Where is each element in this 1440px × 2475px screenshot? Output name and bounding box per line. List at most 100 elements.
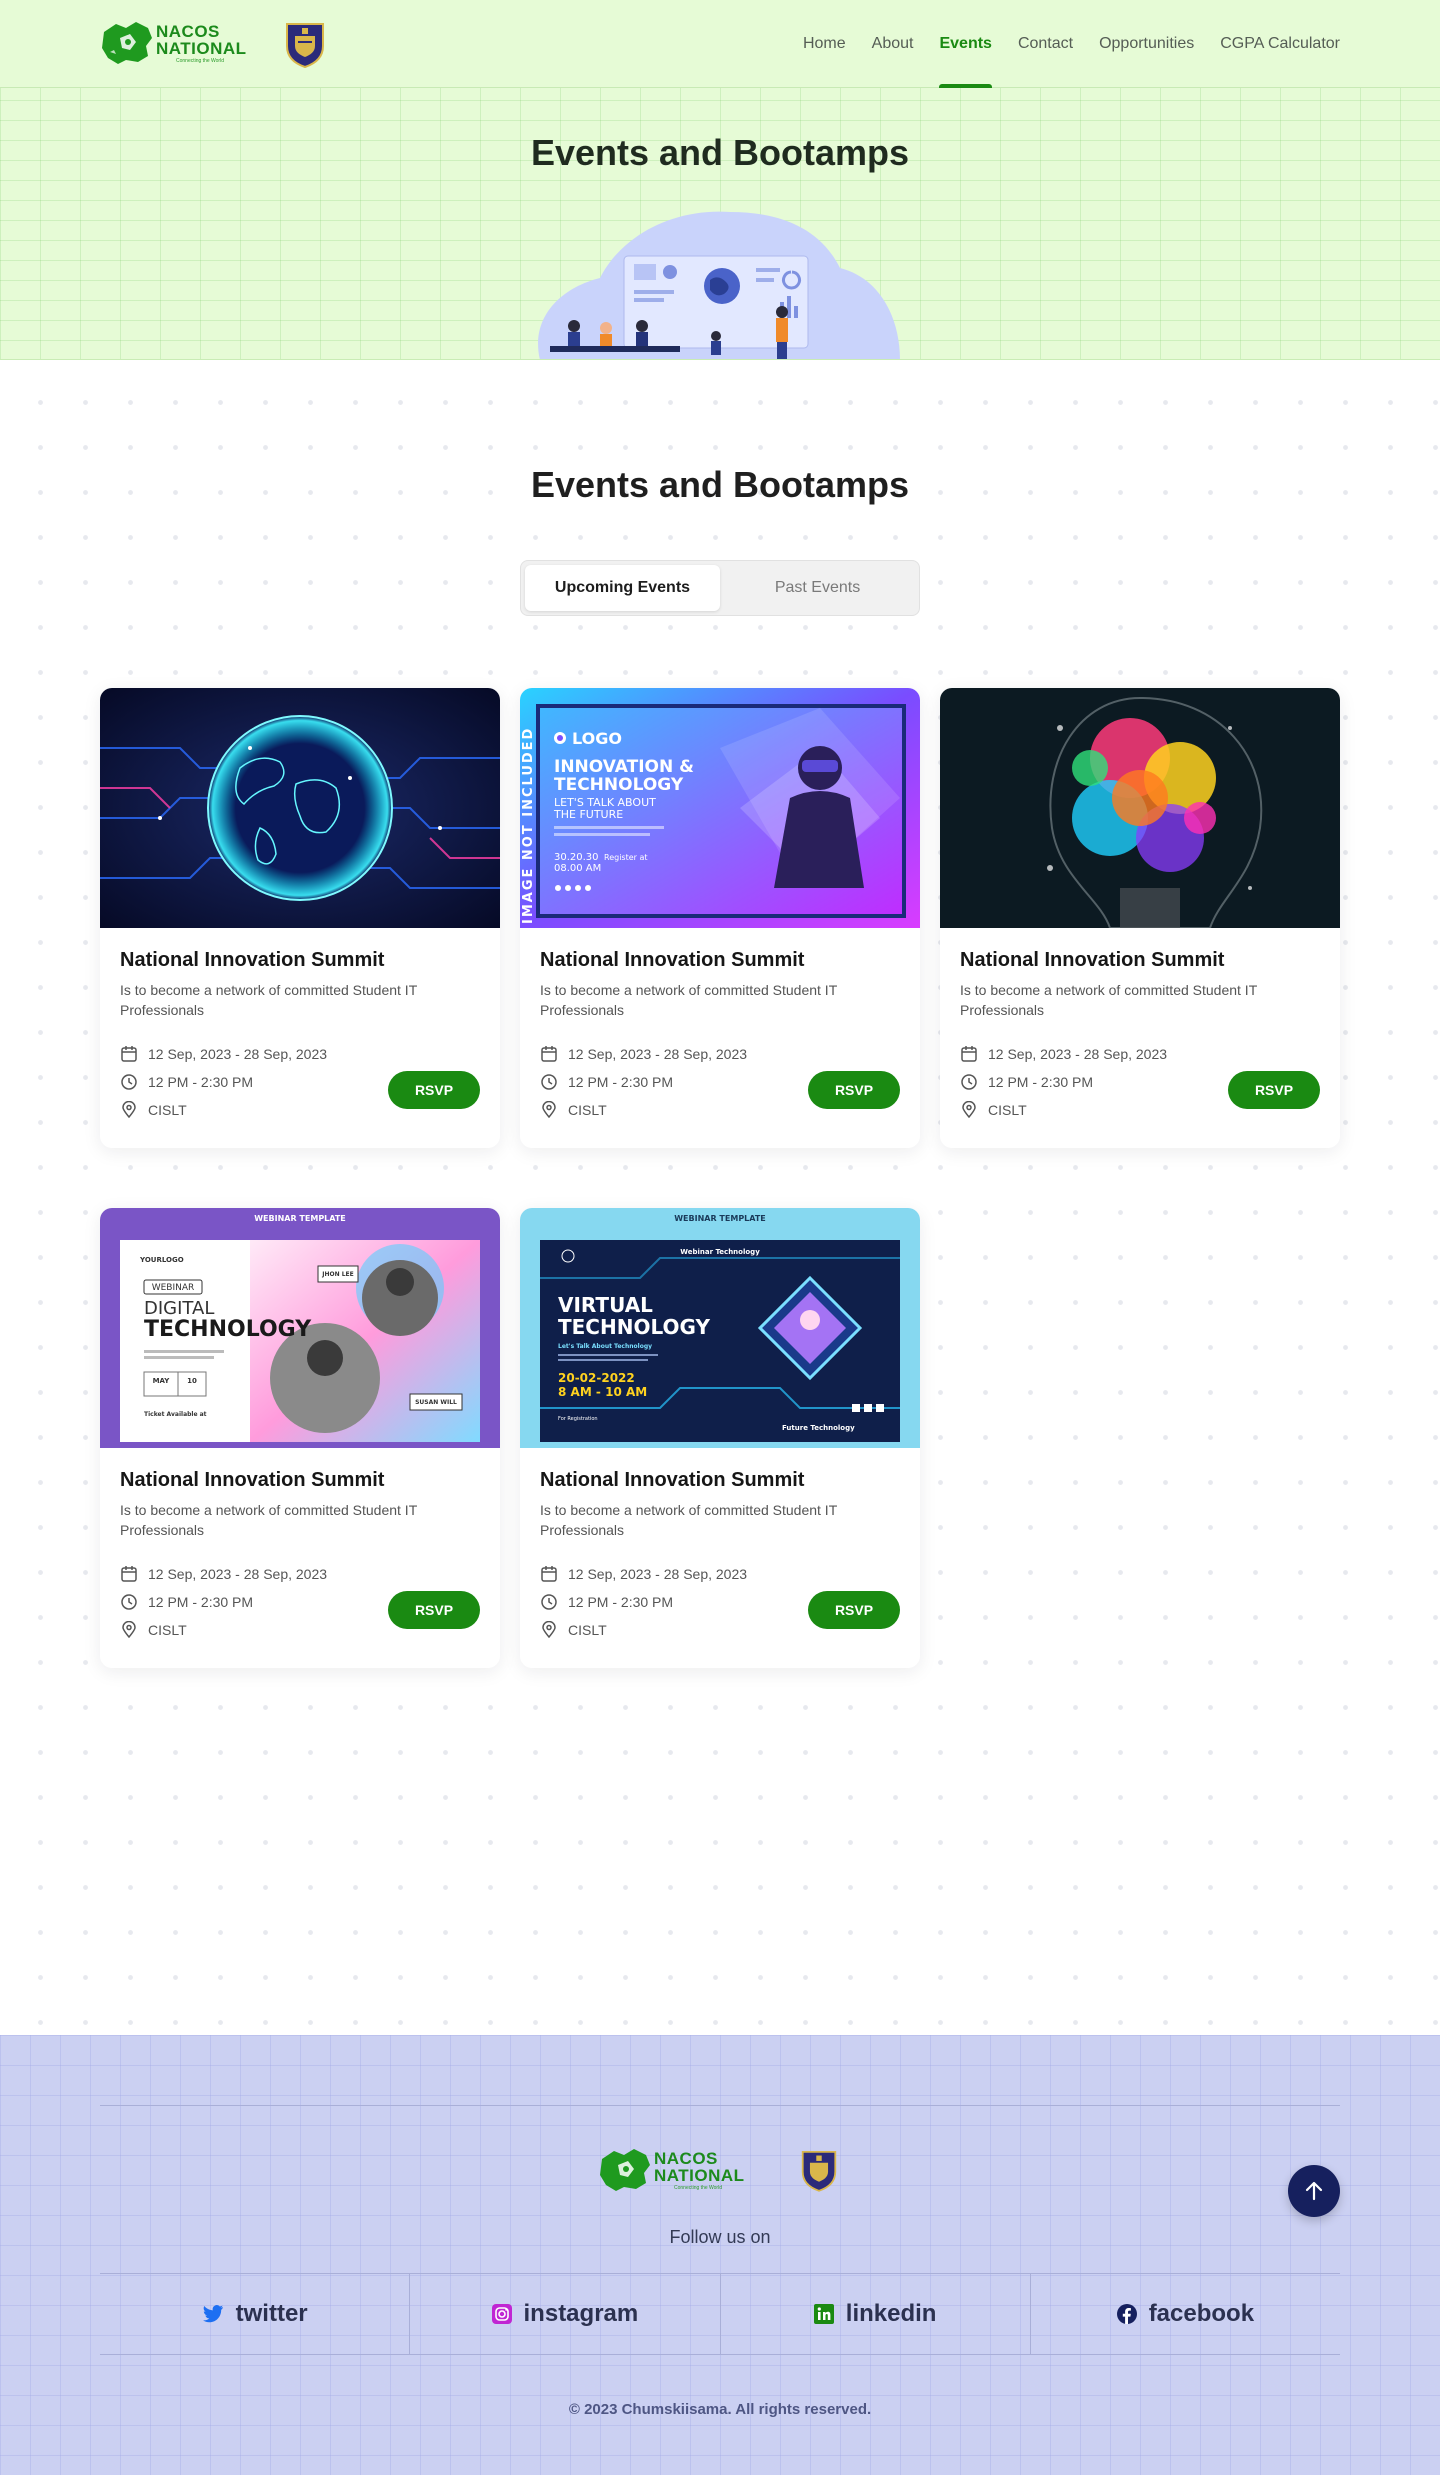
copyright-text: © 2023 Chumskiisama. All rights reserved… [568,2401,872,2418]
event-date-row: 12 Sep, 2023 - 28 Sep, 2023 [960,1040,1320,1068]
footer-divider [100,2105,1340,2106]
social-instagram-label: instagram [523,2300,639,2327]
nav-events[interactable]: Events [939,0,993,88]
footer: NACOS NATIONAL Connecting the World Foll… [0,2035,1440,2475]
calendar-icon [541,1566,557,1582]
event-date-row: 12 Sep, 2023 - 28 Sep, 2023 [120,1560,480,1588]
calendar-icon [961,1046,977,1062]
social-facebook[interactable]: facebook [1029,2274,1340,2354]
facebook-icon [1116,2304,1137,2324]
follow-us-label: Follow us on [669,2227,771,2247]
event-card: WEBINAR TEMPLATE Webinar Technology VIRT… [520,1208,920,1668]
social-instagram[interactable]: instagram [409,2274,719,2354]
event-location: CISLT [148,1102,187,1118]
events-tabs: Upcoming Events Past Events [520,560,920,616]
location-pin-icon [122,1101,136,1119]
event-date: 12 Sep, 2023 - 28 Sep, 2023 [568,1566,748,1582]
event-title: National Innovation Summit [540,1469,805,1491]
event-image-lightbulb [940,688,1340,928]
image-heading-2: TECHNOLOGY [144,1317,312,1342]
image-time: 08.00 AM [554,863,601,874]
event-time: 12 PM - 2:30 PM [988,1074,1094,1090]
clock-icon [121,1594,137,1610]
nav-home[interactable]: Home [803,0,846,88]
footer-brand-logo[interactable]: NACOS NATIONAL Connecting the World [598,2145,745,2195]
image-heading-2: TECHNOLOGY [558,1315,710,1339]
rsvp-button[interactable]: RSVP [808,1071,900,1109]
location-pin-icon [542,1101,556,1119]
image-heading-1: VIRTUAL [558,1293,653,1317]
calendar-icon [541,1046,557,1062]
image-logo-text: YOURLOGO [139,1256,184,1264]
image-logo-text: LOGO [572,729,622,748]
event-title: National Innovation Summit [120,949,385,971]
image-sub-2: THE FUTURE [553,808,623,821]
linkedin-icon [813,2304,834,2324]
image-date: 20-02-2022 [558,1371,635,1385]
event-title: National Innovation Summit [120,1469,385,1491]
event-date-row: 12 Sep, 2023 - 28 Sep, 2023 [120,1040,480,1068]
social-linkedin-label: linkedin [845,2300,937,2327]
social-links: twitter instagram linkedin facebook [100,2273,1340,2355]
image-top-label: WEBINAR TEMPLATE [254,1214,346,1223]
event-time: 12 PM - 2:30 PM [148,1594,254,1610]
image-month: MAY [153,1377,171,1385]
twitter-icon [202,2305,223,2323]
tab-past-events[interactable]: Past Events [720,565,915,611]
clock-icon [961,1074,977,1090]
event-description: Is to become a network of committed Stud… [120,1502,417,1538]
image-time: 8 AM - 10 AM [558,1385,647,1399]
event-date: 12 Sep, 2023 - 28 Sep, 2023 [988,1046,1168,1062]
rsvp-button[interactable]: RSVP [1228,1071,1320,1109]
arrow-up-icon [1305,2181,1323,2201]
university-crest-icon [801,2151,837,2192]
nigeria-map-logo-icon [102,22,152,64]
event-date: 12 Sep, 2023 - 28 Sep, 2023 [148,1046,328,1062]
image-top-label: WEBINAR TEMPLATE [674,1214,766,1223]
logo-line2: NATIONAL [156,38,247,58]
tab-upcoming-events[interactable]: Upcoming Events [525,565,720,611]
logo-line1: NACOS [156,21,220,41]
nav-contact[interactable]: Contact [1018,0,1073,88]
nav-links: Home About Events Contact Opportunities … [803,0,1340,88]
image-sub-1: Webinar Technology [680,1248,760,1256]
event-description: Is to become a network of committed Stud… [540,982,837,1018]
event-time: 12 PM - 2:30 PM [148,1074,254,1090]
image-heading-2: TECHNOLOGY [554,775,684,795]
event-card: WEBINAR TEMPLATE YOURLOGO WEBINAR DIGITA… [100,1208,500,1668]
nav-opportunities[interactable]: Opportunities [1099,0,1194,88]
social-twitter[interactable]: twitter [100,2274,409,2354]
event-description: Is to become a network of committed Stud… [540,1502,837,1538]
footer-logo-line2: NATIONAL [654,2165,745,2185]
nigeria-map-logo-icon [600,2149,650,2191]
event-date-row: 12 Sep, 2023 - 28 Sep, 2023 [540,1560,900,1588]
nav-about[interactable]: About [872,0,914,88]
rsvp-button[interactable]: RSVP [808,1591,900,1629]
event-location: CISLT [148,1622,187,1638]
location-pin-icon [542,1621,556,1639]
section-title: Events and Bootamps [530,464,910,505]
scroll-to-top-button[interactable] [1288,2165,1340,2217]
hero-illustration [538,211,900,359]
rsvp-button[interactable]: RSVP [388,1591,480,1629]
image-speaker-1: JHON LEE [321,1271,354,1278]
nav-cgpa-calculator[interactable]: CGPA Calculator [1220,0,1340,88]
event-description: Is to become a network of committed Stud… [120,982,417,1018]
instagram-icon [491,2304,512,2324]
event-date: 12 Sep, 2023 - 28 Sep, 2023 [568,1046,748,1062]
brand-logo[interactable]: NACOS NATIONAL Connecting the World [100,18,247,68]
calendar-icon [121,1566,137,1582]
image-sub-2: Let's Talk About Technology [558,1343,652,1350]
rsvp-button[interactable]: RSVP [388,1071,480,1109]
event-description: Is to become a network of committed Stud… [960,982,1257,1018]
event-image-globe [100,688,500,928]
image-webinar-label: WEBINAR [152,1283,195,1293]
social-linkedin[interactable]: linkedin [719,2274,1030,2354]
footer-logo-tagline: Connecting the World [674,2184,722,2191]
navbar: NACOS NATIONAL Connecting the World Home… [0,0,1440,88]
event-title: National Innovation Summit [540,949,805,971]
image-ticket: Ticket Available at [144,1411,207,1418]
event-date: 12 Sep, 2023 - 28 Sep, 2023 [148,1566,328,1582]
event-cards-grid: National Innovation Summit Is to become … [100,688,1340,1668]
event-time: 12 PM - 2:30 PM [568,1594,674,1610]
